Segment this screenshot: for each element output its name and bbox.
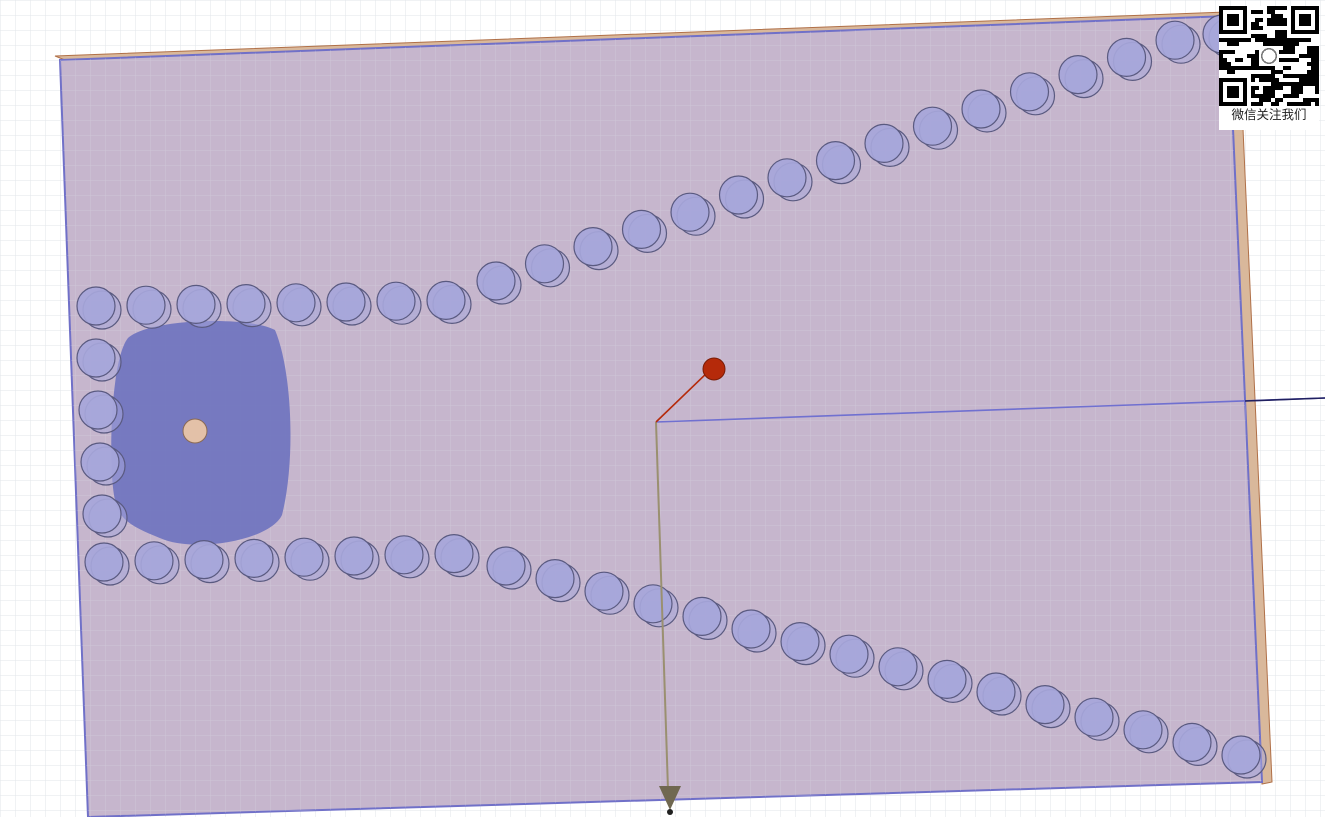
- via: [78, 390, 118, 430]
- via: [376, 281, 416, 321]
- feed-pin[interactable]: [182, 418, 208, 444]
- via: [82, 494, 122, 534]
- via: [864, 123, 904, 163]
- qr-caption: 微信关注我们: [1231, 107, 1307, 122]
- via: [134, 541, 174, 581]
- via: [80, 442, 120, 482]
- via: [1025, 684, 1065, 725]
- qr-overlay: 微信关注我们: [1219, 6, 1319, 130]
- via: [326, 282, 366, 322]
- via: [878, 647, 918, 687]
- via: [633, 584, 673, 624]
- via: [767, 158, 807, 198]
- via: [1123, 710, 1163, 750]
- via: [334, 536, 374, 576]
- via: [682, 596, 722, 637]
- via: [621, 209, 662, 249]
- via: [184, 539, 224, 580]
- via: [1074, 697, 1114, 737]
- via: [815, 141, 856, 181]
- via: [524, 244, 565, 284]
- via: [912, 106, 953, 146]
- via: [276, 283, 316, 323]
- via: [76, 338, 116, 378]
- via: [1172, 722, 1212, 763]
- via: [976, 672, 1016, 712]
- via: [434, 533, 474, 574]
- via: [126, 285, 166, 325]
- qr-code-icon: [1219, 6, 1319, 106]
- via: [1155, 20, 1195, 60]
- 3d-model-viewport[interactable]: [0, 0, 1325, 817]
- via: [927, 659, 967, 700]
- via: [426, 280, 466, 320]
- via: [584, 571, 624, 611]
- via: [84, 542, 124, 582]
- via: [234, 538, 274, 579]
- via: [284, 537, 324, 577]
- via: [670, 192, 710, 232]
- via: [535, 558, 575, 599]
- via: [1009, 72, 1050, 112]
- via: [1058, 54, 1098, 95]
- via: [384, 535, 424, 575]
- via: [718, 175, 759, 215]
- via: [1106, 37, 1147, 78]
- via: [573, 227, 613, 267]
- via: [780, 621, 820, 662]
- via: [176, 284, 216, 324]
- via: [731, 609, 771, 649]
- via: [476, 261, 516, 301]
- axis-x-head: [702, 357, 726, 381]
- via: [76, 286, 116, 326]
- via: [961, 89, 1001, 129]
- via: [486, 546, 526, 586]
- axis-z-tip: [667, 809, 673, 815]
- via: [226, 284, 266, 324]
- via: [1221, 735, 1261, 775]
- via: [829, 634, 869, 674]
